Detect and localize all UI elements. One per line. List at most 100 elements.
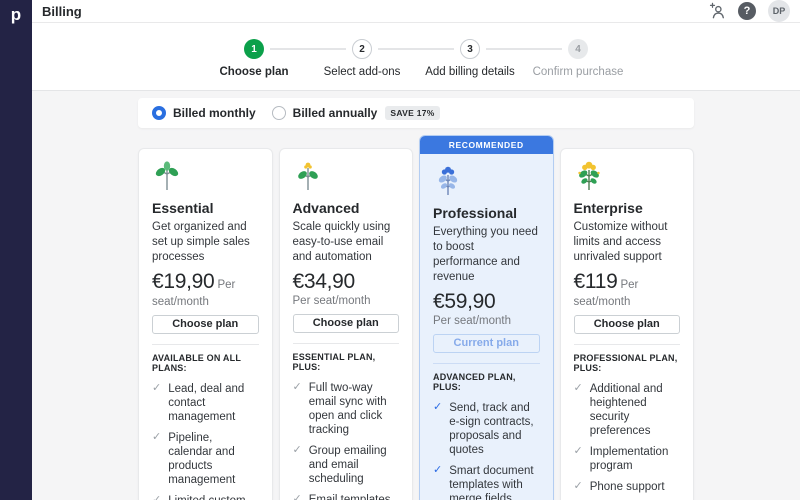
check-icon: ✓ [433, 400, 443, 413]
feature-item: ✓ Phone support [574, 480, 681, 494]
feature-text: Limited custom fields, open deals and re… [168, 494, 258, 500]
app-window: p Billing ? DP 1 Choose plan 2 Select ad… [0, 0, 800, 500]
top-header: Billing ? DP [32, 0, 800, 23]
feature-item: ✓ Full two-way email sync with open and c… [293, 381, 400, 437]
check-icon: ✓ [573, 479, 583, 492]
feature-text: Group emailing and email scheduling [308, 444, 387, 485]
billed-annually-radio[interactable]: Billed annually [271, 106, 378, 120]
recommended-banner: RECOMMENDED [420, 136, 553, 154]
plan-name: Enterprise [573, 200, 643, 216]
step-add-billing-details[interactable]: 3 Add billing details [378, 39, 524, 78]
check-icon: ✓ [152, 430, 162, 443]
plan-card-essential: Essential Get organized and set up simpl… [138, 148, 273, 500]
plan-name: Professional [433, 205, 518, 221]
step-label: Select add-ons [323, 66, 401, 78]
check-icon: ✓ [152, 493, 162, 500]
plan-card-enterprise: Enterprise Customize without limits and … [559, 148, 694, 500]
plan-price: €59,90 [433, 289, 496, 313]
features-header: AVAILABLE ON ALL PLANS: [152, 352, 241, 373]
feature-text: Send, track and e-sign contracts, propos… [449, 401, 534, 456]
plan-price: €19,90 [152, 269, 215, 293]
check-icon: ✓ [292, 492, 302, 500]
yellow-flower-plant-icon [577, 161, 600, 190]
check-icon: ✓ [573, 381, 583, 394]
plan-price-row: €19,90 Per seat/month [152, 270, 259, 308]
pipedrive-logo: p [10, 5, 22, 24]
user-avatar[interactable]: DP [768, 0, 790, 22]
feature-text: Pipeline, calendar and products manageme… [168, 431, 236, 486]
plan-description: Customize without limits and access unri… [573, 221, 668, 263]
check-icon: ✓ [292, 443, 302, 456]
feature-item: ✓ Send, track and e-sign contracts, propo… [433, 401, 540, 457]
plan-price: €119 [573, 269, 618, 293]
billed-monthly-label: Billed monthly [173, 106, 256, 120]
main-area: Billing ? DP 1 Choose plan 2 Select add-… [32, 0, 800, 500]
help-icon[interactable]: ? [738, 2, 756, 20]
feature-item: ✓ Group emailing and email scheduling [293, 444, 400, 486]
divider [573, 343, 680, 345]
plan-name: Advanced [292, 200, 360, 216]
divider [152, 343, 259, 345]
billed-annually-label: Billed annually [292, 106, 378, 120]
feature-item: ✓ Limited custom fields, open deals and r… [152, 494, 259, 500]
feature-item: ✓ Additional and heightened security pref… [574, 382, 681, 438]
plan-description: Scale quickly using easy-to-use email an… [292, 221, 391, 263]
choose-plan-button-essential[interactable]: Choose plan [152, 314, 259, 334]
check-icon: ✓ [152, 381, 162, 394]
plan-name: Essential [152, 200, 214, 216]
feature-text: Smart document templates with merge fiel… [449, 464, 534, 500]
feature-text: Phone support [589, 480, 665, 493]
add-user-icon[interactable] [708, 2, 726, 20]
feature-item: ✓ Implementation program [574, 445, 681, 473]
current-plan-button[interactable]: Current plan [433, 333, 540, 353]
green-bud-plant-icon [297, 162, 318, 190]
choose-plan-button-advanced[interactable]: Choose plan [292, 313, 399, 333]
step-number: 3 [460, 39, 480, 59]
plan-card-professional: RECOMMENDED Professional Everything you … [419, 135, 554, 500]
plan-cards: Essential Get organized and set up simpl… [138, 135, 694, 500]
choose-plan-button-enterprise[interactable]: Choose plan [573, 314, 680, 334]
features-header: PROFESSIONAL PLAN, PLUS: [573, 352, 678, 373]
step-label: Choose plan [219, 66, 289, 78]
feature-text: Lead, deal and contact management [168, 382, 245, 423]
feature-item: ✓ Smart document templates with merge fie… [433, 464, 540, 500]
feature-text: Additional and heightened security prefe… [589, 382, 663, 437]
check-icon: ✓ [292, 380, 302, 393]
check-icon: ✓ [573, 444, 583, 457]
plan-price-row: €119 Per seat/month [574, 270, 681, 308]
step-confirm-purchase: 4 Confirm purchase [486, 39, 632, 78]
plan-description: Get organized and set up simple sales pr… [152, 221, 250, 263]
plan-card-advanced: Advanced Scale quickly using easy-to-use… [278, 148, 413, 500]
checkout-stepper: 1 Choose plan 2 Select add-ons 3 Add bil… [32, 23, 800, 91]
plan-price-unit: Per seat/month [433, 314, 511, 327]
radio-unselected-icon [271, 106, 286, 120]
plan-price-row: €59,90 Per seat/month [433, 290, 540, 327]
feature-text: Implementation program [589, 445, 669, 472]
content-area: Billed monthly Billed annually SAVE 17% [32, 91, 800, 500]
feature-item: ✓ Email templates with merge fields [293, 493, 400, 500]
billed-monthly-radio[interactable]: Billed monthly [152, 106, 256, 120]
step-select-add-ons[interactable]: 2 Select add-ons [270, 39, 416, 78]
feature-text: Full two-way email sync with open and cl… [308, 381, 387, 436]
divider [292, 342, 399, 344]
divider [433, 362, 540, 364]
save-badge: SAVE 17% [385, 106, 440, 120]
step-number: 1 [244, 39, 264, 59]
plan-price: €34,90 [292, 269, 356, 293]
plan-price-unit: Per seat/month [292, 294, 371, 307]
step-number: 2 [352, 39, 372, 59]
features-header: ADVANCED PLAN, PLUS: [433, 371, 516, 392]
features-list: ✓ Send, track and e-sign contracts, propo… [433, 401, 540, 500]
blue-flower-plant-icon [438, 166, 458, 195]
step-label: Add billing details [425, 66, 515, 78]
step-number: 4 [568, 39, 588, 59]
radio-selected-icon [152, 106, 166, 120]
step-choose-plan[interactable]: 1 Choose plan [200, 39, 308, 78]
features-list: ✓ Full two-way email sync with open and c… [293, 381, 400, 500]
header-actions: ? DP [708, 0, 790, 22]
plan-description: Everything you need to boost performance… [433, 226, 538, 283]
nav-rail[interactable]: p [0, 0, 32, 500]
page-title: Billing [42, 3, 82, 19]
features-header: ESSENTIAL PLAN, PLUS: [292, 351, 376, 372]
feature-item: ✓ Pipeline, calendar and products managem… [152, 431, 259, 487]
